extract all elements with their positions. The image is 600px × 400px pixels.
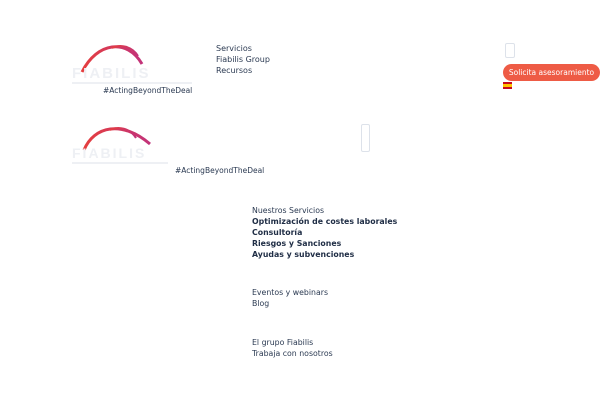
spain-flag-icon[interactable] bbox=[503, 82, 512, 89]
nav-fiabilis-group[interactable]: Fiabilis Group bbox=[216, 54, 270, 65]
svg-text:FIABILIS: FIABILIS bbox=[72, 145, 146, 161]
nav-servicios[interactable]: Servicios bbox=[216, 43, 270, 54]
menu-item-consultoria[interactable]: Consultoría bbox=[252, 227, 397, 238]
menu-item-eventos[interactable]: Eventos y webinars bbox=[252, 287, 328, 298]
phone-icon[interactable] bbox=[505, 43, 515, 58]
menu-logo[interactable]: FIABILIS bbox=[72, 120, 172, 168]
menu-close-icon[interactable] bbox=[361, 124, 370, 152]
services-menu: Nuestros Servicios Optimización de coste… bbox=[252, 205, 397, 260]
menu-hashtag: #ActingBeyondTheDeal bbox=[175, 166, 265, 175]
top-nav: Servicios Fiabilis Group Recursos bbox=[216, 43, 270, 76]
menu-item-ayudas[interactable]: Ayudas y subvenciones bbox=[252, 249, 397, 260]
menu-item-optimizacion[interactable]: Optimización de costes laborales bbox=[252, 216, 397, 227]
menu-item-blog[interactable]: Blog bbox=[252, 298, 328, 309]
nav-recursos[interactable]: Recursos bbox=[216, 65, 270, 76]
request-advice-button[interactable]: Solicita asesoramiento bbox=[503, 64, 600, 81]
svg-text:FIABILIS: FIABILIS bbox=[72, 65, 151, 82]
hashtag-tagline: #ActingBeyondTheDeal bbox=[103, 86, 193, 95]
services-heading[interactable]: Nuestros Servicios bbox=[252, 205, 397, 216]
resources-menu: Eventos y webinars Blog bbox=[252, 287, 328, 309]
fiabilis-logo-icon: FIABILIS bbox=[72, 45, 192, 84]
menu-item-grupo[interactable]: El grupo Fiabilis bbox=[252, 337, 333, 348]
menu-item-riesgos[interactable]: Riesgos y Sanciones bbox=[252, 238, 397, 249]
header-logo[interactable]: FIABILIS bbox=[72, 40, 192, 90]
fiabilis-logo-icon: FIABILIS bbox=[72, 127, 168, 164]
group-menu: El grupo Fiabilis Trabaja con nosotros bbox=[252, 337, 333, 359]
menu-item-trabaja[interactable]: Trabaja con nosotros bbox=[252, 348, 333, 359]
